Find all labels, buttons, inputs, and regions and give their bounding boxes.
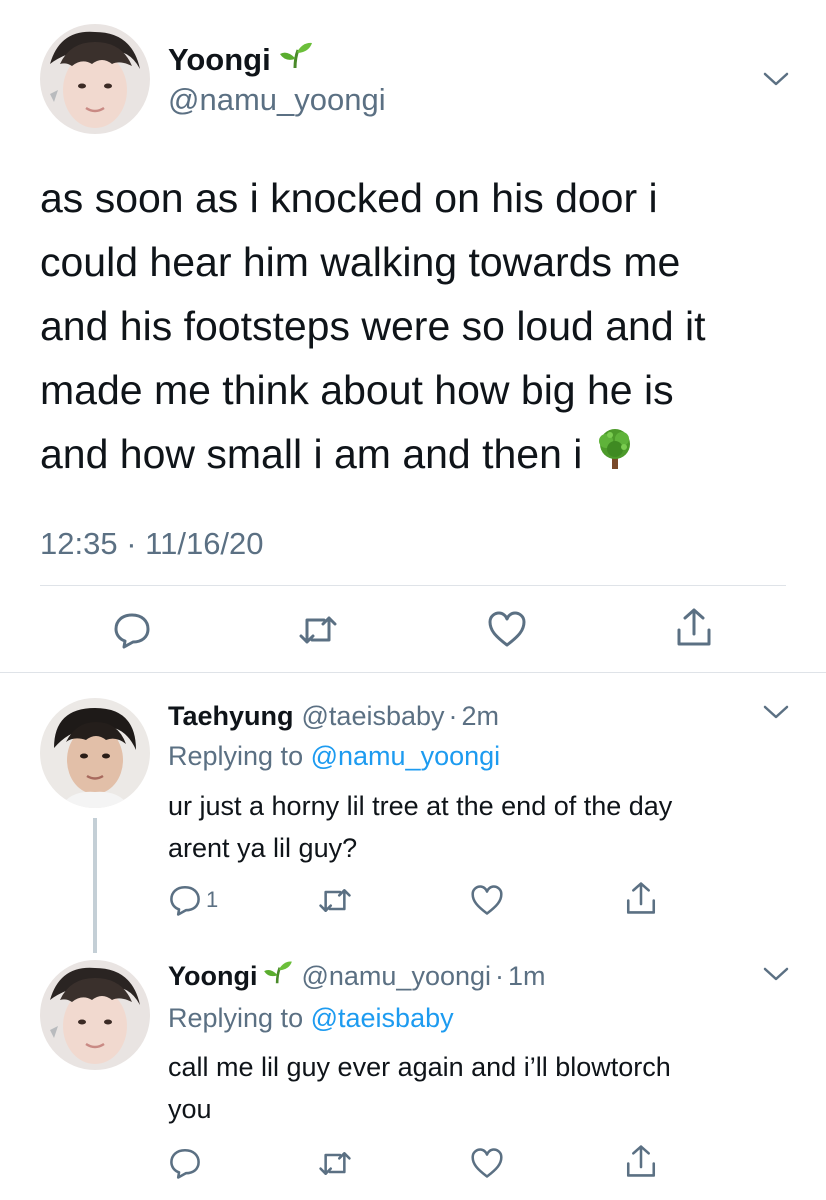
avatar-yoongi[interactable] [40, 24, 150, 134]
author-name[interactable]: Yoongi [168, 40, 271, 80]
chevron-down-icon[interactable] [762, 965, 790, 983]
author-name[interactable]: Taehyung [168, 698, 294, 734]
seedling-icon [263, 958, 293, 994]
like-button[interactable] [470, 1147, 504, 1179]
reply-icon [112, 610, 152, 650]
tweet-text-line: as soon as i knocked on his door i [40, 175, 658, 221]
separator-dot: · [448, 701, 458, 731]
retweet-button[interactable] [298, 612, 338, 648]
replying-to-label: Replying to [168, 741, 304, 771]
avatar-yoongi[interactable] [40, 960, 150, 1070]
share-icon [624, 880, 658, 916]
replying-to-handle[interactable]: @namu_yoongi [311, 741, 501, 771]
author-name-row[interactable]: Yoongi [168, 40, 313, 80]
reply-icon [168, 883, 202, 917]
reply-header: Taehyung @taeisbaby · 2m [168, 698, 499, 734]
reply-text: call me lil guy ever again and i’ll blow… [168, 1046, 788, 1130]
author-handle[interactable]: @namu_yoongi [168, 80, 386, 120]
tweet-text-line: made me think about how big he is [40, 367, 674, 413]
heart-icon [487, 610, 527, 648]
author-handle[interactable]: @namu_yoongi [301, 958, 491, 994]
retweet-icon [318, 885, 352, 916]
reply-text-line: ur just a horny lil tree at the end of t… [168, 791, 673, 821]
retweet-button[interactable] [318, 885, 352, 916]
reply-text: ur just a horny lil tree at the end of t… [168, 785, 788, 869]
share-button[interactable] [674, 606, 714, 648]
like-button[interactable] [470, 884, 504, 916]
author-name[interactable]: Yoongi [168, 958, 257, 994]
reply-header: Yoongi @namu_yoongi · 1m [168, 958, 546, 994]
seedling-icon [279, 40, 313, 80]
tweet-text: as soon as i knocked on his door i could… [40, 166, 800, 489]
reply-count: 1 [206, 887, 219, 912]
heart-icon [470, 1147, 504, 1179]
tweet-text-line: could hear him walking towards me [40, 239, 681, 285]
reply-age[interactable]: 1m [508, 958, 546, 994]
share-icon [624, 1143, 658, 1179]
tree-icon [594, 425, 636, 489]
chevron-down-icon[interactable] [762, 70, 790, 88]
separator-dot: · [495, 961, 505, 991]
replying-to: Replying to @namu_yoongi [168, 738, 500, 774]
replying-to: Replying to @taeisbaby [168, 1000, 454, 1036]
reply-button[interactable]: 1 [168, 883, 218, 917]
author-handle[interactable]: @taeisbaby [302, 698, 445, 734]
reply-text-line: call me lil guy ever again and i’ll blow… [168, 1052, 671, 1082]
retweet-icon [318, 1148, 352, 1179]
divider [40, 585, 786, 586]
heart-icon [470, 884, 504, 916]
tweet-time: 12:35 [40, 526, 118, 561]
share-icon [674, 606, 714, 648]
tweet-text-line: and how small i am and then i [40, 431, 583, 477]
tweet-text-line: and his footsteps were so loud and it [40, 303, 706, 349]
avatar-taehyung[interactable] [40, 698, 150, 808]
replying-to-handle[interactable]: @taeisbaby [311, 1003, 454, 1033]
replying-to-label: Replying to [168, 1003, 304, 1033]
reply-button[interactable] [112, 610, 152, 650]
tweet-date: 11/16/20 [145, 526, 264, 561]
thread-connector [93, 818, 97, 953]
reply-text-line: you [168, 1094, 212, 1124]
divider [0, 672, 826, 673]
like-button[interactable] [487, 610, 527, 648]
reply-icon [168, 1146, 202, 1180]
share-button[interactable] [624, 1143, 658, 1179]
reply-text-line: arent ya lil guy? [168, 833, 358, 863]
reply-age[interactable]: 2m [462, 698, 500, 734]
reply-button[interactable] [168, 1146, 202, 1180]
tweet-text-line-last: and how small i am and then i [40, 422, 800, 489]
retweet-icon [298, 612, 338, 648]
separator-dot: · [126, 526, 137, 561]
share-button[interactable] [624, 880, 658, 916]
tweet-thread: Yoongi @namu_yoongi as soon as i knocked… [0, 0, 826, 1200]
tweet-timestamp[interactable]: 12:35 · 11/16/20 [40, 524, 264, 564]
retweet-button[interactable] [318, 1148, 352, 1179]
chevron-down-icon[interactable] [762, 703, 790, 721]
